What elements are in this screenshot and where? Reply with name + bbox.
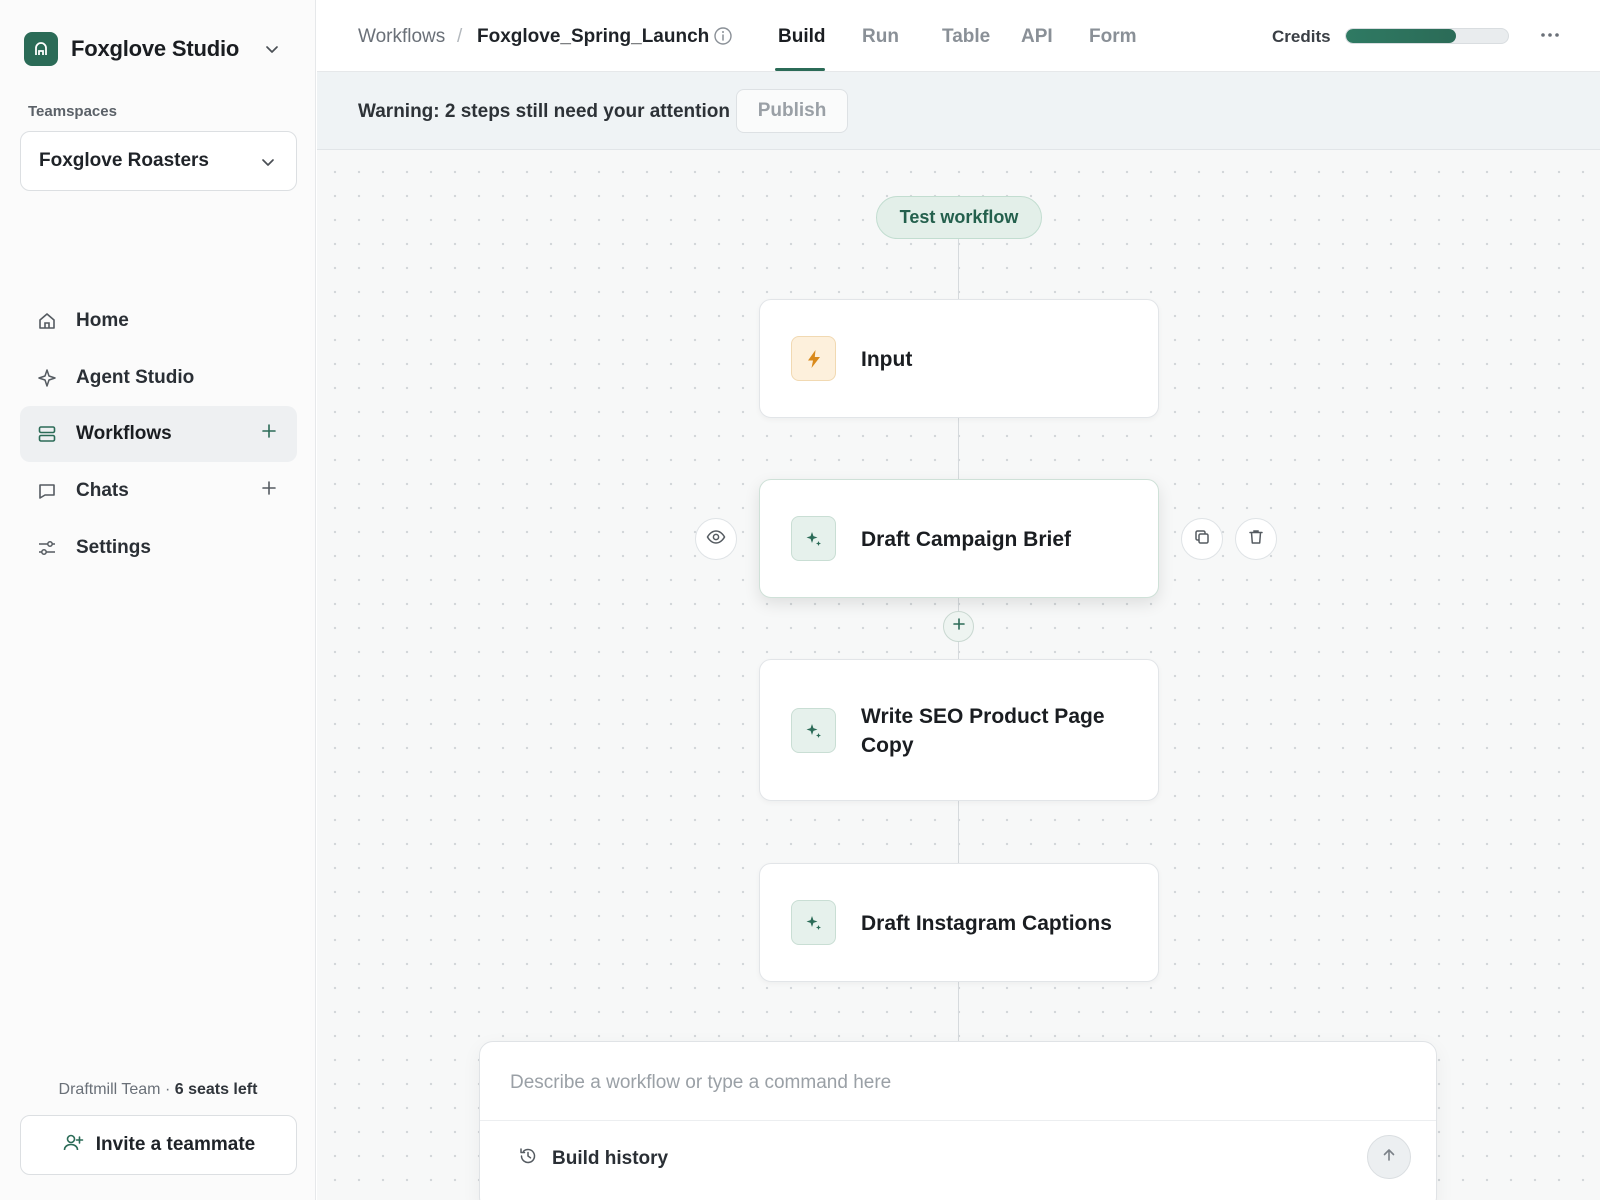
add-chat-icon[interactable] (261, 480, 277, 501)
command-input[interactable] (510, 1068, 1390, 1098)
chat-bubble-icon (36, 480, 58, 502)
sidebar-item-chats[interactable]: Chats (20, 463, 297, 519)
sidebar-item-label: Settings (76, 537, 151, 558)
workflow-title: Foxglove_Spring_Launch (477, 26, 710, 47)
warning-text: Warning: 2 steps still need your attenti… (358, 101, 730, 122)
credits-progress-fill (1346, 29, 1457, 43)
home-icon (36, 310, 58, 332)
add-user-icon (62, 1132, 84, 1159)
history-icon (518, 1146, 538, 1171)
breadcrumb-workflows[interactable]: Workflows (358, 26, 445, 48)
sparkle-icon (791, 516, 836, 561)
tab-form[interactable]: Form (1089, 26, 1137, 48)
send-command-button[interactable] (1367, 1135, 1411, 1179)
sidebar-item-workflows[interactable]: Workflows (20, 406, 297, 462)
sidebar-item-label: Chats (76, 480, 129, 501)
duplicate-step-button[interactable] (1181, 518, 1223, 560)
workflow-canvas[interactable]: Test workflow Input Draft Campaign Brief (317, 150, 1600, 1200)
sidebar-item-home[interactable]: Home (20, 293, 297, 349)
team-name: Draftmill Team (58, 1081, 161, 1098)
workflow-node-draft-instagram-captions[interactable]: Draft Instagram Captions (759, 863, 1159, 982)
add-step-button[interactable] (943, 611, 974, 642)
add-workflow-icon[interactable] (261, 423, 277, 444)
node-title: Draft Instagram Captions (861, 912, 1112, 935)
preview-step-button[interactable] (695, 518, 737, 560)
breadcrumb-separator: / (457, 26, 463, 47)
workspace-switcher[interactable]: Foxglove Studio (24, 32, 292, 66)
chevron-down-icon (260, 154, 276, 175)
test-workflow-button[interactable]: Test workflow (876, 196, 1042, 239)
sidebar-item-settings[interactable]: Settings (20, 520, 297, 576)
delete-step-button[interactable] (1235, 518, 1277, 560)
arrow-up-icon (1381, 1147, 1397, 1168)
sparkle-icon (791, 900, 836, 945)
teamspace-select[interactable]: Foxglove Roasters (20, 131, 297, 191)
top-bar: Workflows / Foxglove_Spring_Launch Build… (317, 0, 1600, 72)
workflow-node-write-seo-copy[interactable]: Write SEO Product Page Copy (759, 659, 1159, 801)
divider (480, 1120, 1436, 1121)
sparkle-icon (36, 367, 58, 389)
workflow-node-input[interactable]: Input (759, 299, 1159, 418)
plus-icon (952, 617, 966, 636)
node-title: Draft Campaign Brief (861, 528, 1072, 551)
workflow-node-draft-campaign-brief[interactable]: Draft Campaign Brief (759, 479, 1159, 598)
more-options-icon[interactable] (1539, 24, 1561, 51)
lightning-icon (791, 336, 836, 381)
publish-button[interactable]: Publish (736, 89, 848, 133)
build-history-button[interactable]: Build history (518, 1146, 668, 1171)
sliders-icon (36, 537, 58, 559)
invite-label: Invite a teammate (95, 1134, 256, 1155)
copy-icon (1193, 528, 1211, 551)
info-icon[interactable] (713, 26, 733, 51)
chevron-down-icon (264, 41, 280, 62)
trash-icon (1247, 528, 1265, 551)
sidebar-item-label: Workflows (76, 423, 172, 444)
active-tab-indicator (775, 68, 825, 71)
sidebar: Foxglove Studio Teamspaces Foxglove Roas… (0, 0, 316, 1200)
tab-api[interactable]: API (1021, 26, 1053, 48)
warning-bar: Warning: 2 steps still need your attenti… (317, 72, 1600, 150)
sidebar-item-label: Agent Studio (76, 367, 195, 388)
seats-left: 6 seats left (174, 1081, 258, 1098)
invite-teammate-button[interactable]: Invite a teammate (20, 1115, 297, 1175)
command-box: Build history (479, 1041, 1437, 1200)
node-title: Write SEO Product Page Copy (861, 705, 1105, 757)
sparkle-icon (791, 708, 836, 753)
teamspaces-label: Teamspaces (28, 103, 117, 120)
sidebar-item-agent-studio[interactable]: Agent Studio (20, 350, 297, 406)
node-title: Input (861, 348, 913, 371)
credits-label: Credits (1272, 27, 1331, 46)
tab-build[interactable]: Build (778, 26, 826, 48)
workflow-stack-icon (36, 423, 58, 445)
sidebar-item-label: Home (76, 310, 129, 331)
credits-progress-bar (1345, 28, 1509, 44)
build-history-label: Build history (552, 1147, 669, 1169)
workspace-name: Foxglove Studio (71, 36, 240, 61)
eye-icon (706, 527, 726, 552)
tab-run[interactable]: Run (862, 26, 899, 48)
seats-info: Draftmill Team · 6 seats left (58, 1081, 258, 1098)
tab-table[interactable]: Table (942, 26, 990, 48)
teamspace-selected: Foxglove Roasters (39, 150, 209, 171)
workspace-logo-icon (24, 32, 58, 66)
